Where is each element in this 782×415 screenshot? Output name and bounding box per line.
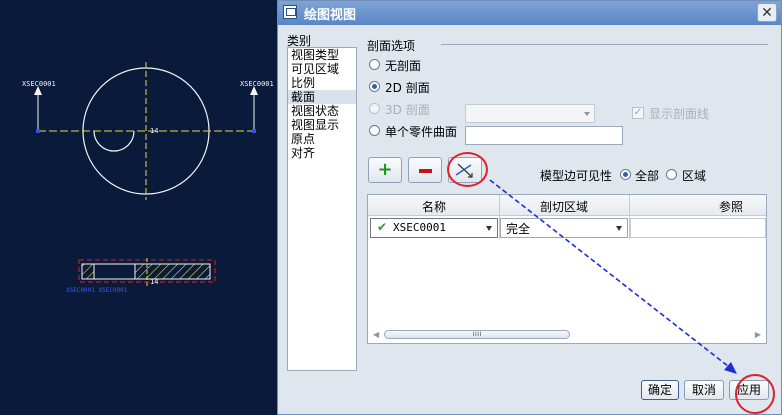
annotation-overlay: [489, 179, 737, 374]
annotation-arrow-line: [489, 179, 734, 371]
